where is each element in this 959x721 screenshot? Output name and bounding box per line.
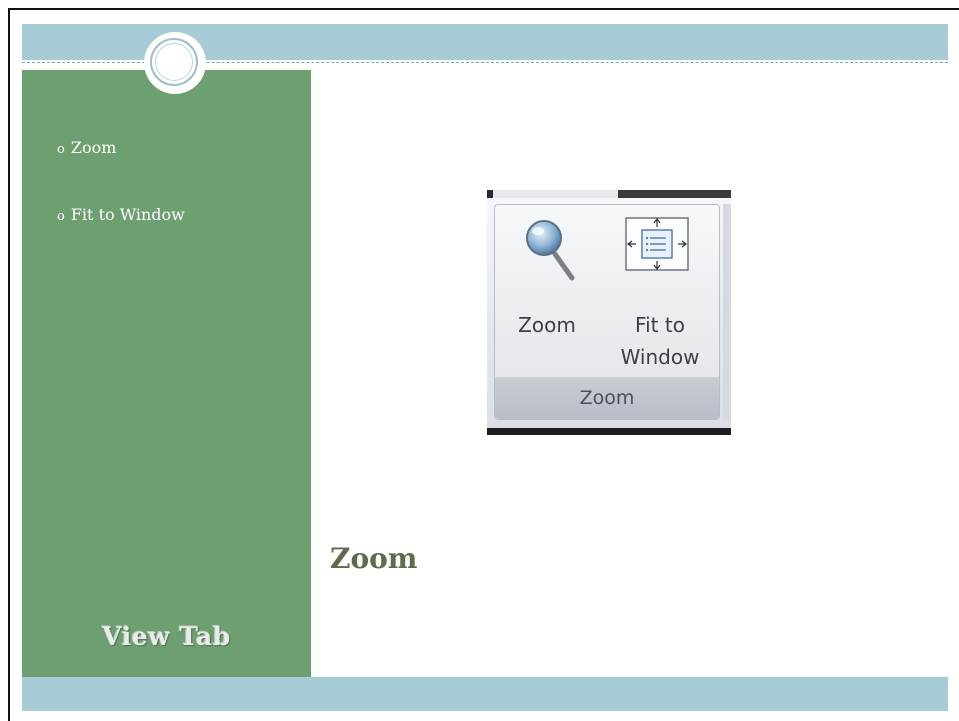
zoom-button[interactable]: Zoom [504, 214, 590, 374]
ribbon-adjacent-group [723, 204, 731, 420]
decorative-circle-inner [155, 43, 193, 81]
magnifier-icon [526, 220, 575, 281]
bullet-text: Fit to Window [70, 205, 185, 224]
bullet-item-zoom: o Zoom [57, 138, 185, 205]
bottom-decorative-band [22, 677, 948, 711]
bullet-item-fit-to-window: o Fit to Window [57, 205, 185, 272]
bullet-text: Zoom [70, 138, 117, 157]
ribbon-group-label: Zoom [579, 387, 635, 409]
fit-to-window-icon [625, 217, 689, 271]
fit-to-window-label-line2: Window [620, 345, 700, 369]
slide-title: Zoom [330, 542, 418, 575]
ribbon-bottom-edge [487, 428, 731, 435]
fit-to-window-button[interactable]: Fit to Window [604, 214, 716, 374]
bullet-marker: o [57, 142, 65, 157]
bullet-list: o Zoom o Fit to Window [57, 138, 185, 272]
fit-to-window-label-line1: Fit to [635, 313, 685, 337]
ribbon-tab-edge [493, 190, 619, 198]
zoom-button-label: Zoom [518, 313, 576, 337]
section-title: View Tab [102, 622, 231, 651]
ribbon-screenshot: Zoom Fit to Window Zoom [487, 190, 731, 435]
bullet-marker: o [57, 209, 65, 224]
